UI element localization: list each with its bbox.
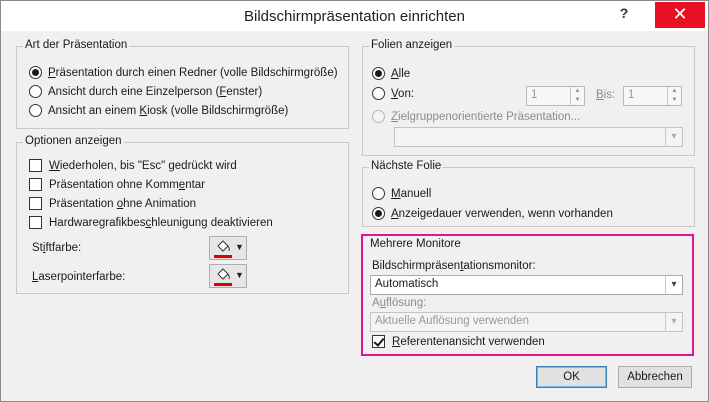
bis-label: Bis:: [596, 89, 616, 101]
radio-label: Alle: [391, 67, 411, 80]
radio-von[interactable]: Von:: [372, 87, 414, 100]
group-label: Nächste Folie: [369, 160, 444, 172]
monitor-select[interactable]: Automatisch ▾: [370, 275, 683, 295]
radio-button[interactable]: [372, 87, 385, 100]
arrow-up-icon[interactable]: ▲: [668, 87, 681, 96]
aufloesung-value: Aktuelle Auflösung verwenden: [375, 315, 530, 327]
checkbox[interactable]: [29, 178, 42, 191]
checkbox-label: Hardwaregrafikbeschleunigung deaktiviere…: [49, 216, 273, 229]
radio-einzelperson[interactable]: Ansicht durch eine Einzelperson (Fenster…: [29, 85, 262, 98]
radio-label: Manuell: [391, 187, 432, 200]
radio-label: Zielgruppenorientierte Präsentation...: [391, 110, 581, 123]
radio-alle[interactable]: Alle: [372, 67, 410, 80]
laserpointerfarbe-label: Laserpointerfarbe:: [32, 271, 126, 283]
chevron-down-icon: ▼: [235, 270, 244, 280]
monitor-label: Bildschirmpräsentationsmonitor:: [372, 260, 536, 272]
radio-kiosk[interactable]: Ansicht an einem Kiosk (volle Bildschirm…: [29, 104, 288, 117]
radio-anzeigedauer[interactable]: Anzeigedauer verwenden, wenn vorhanden: [372, 207, 613, 220]
chevron-down-icon: ▼: [235, 242, 244, 252]
ok-button[interactable]: OK: [536, 366, 607, 388]
spinner-arrows[interactable]: ▲ ▼: [667, 87, 681, 105]
pen-color-swatch: [214, 255, 232, 258]
radio-button[interactable]: [372, 110, 385, 123]
group-label: Optionen anzeigen: [23, 135, 124, 147]
paint-bucket-icon: [217, 240, 230, 252]
radio-label: Anzeigedauer verwenden, wenn vorhanden: [391, 207, 613, 220]
arrow-down-icon[interactable]: ▼: [668, 96, 681, 105]
chevron-down-icon[interactable]: ▾: [665, 276, 682, 294]
close-button[interactable]: ✕: [655, 2, 705, 28]
radio-zielgruppe[interactable]: Zielgruppenorientierte Präsentation...: [372, 110, 580, 123]
radio-button[interactable]: [372, 207, 385, 220]
checkbox-label: Referentenansicht verwenden: [392, 335, 545, 348]
cancel-button[interactable]: Abbrechen: [618, 366, 692, 388]
radio-label: Ansicht durch eine Einzelperson (Fenster…: [48, 85, 263, 98]
bis-value: 1: [628, 89, 635, 101]
chevron-down-icon[interactable]: ▾: [665, 128, 682, 146]
check-hardwaregrafik[interactable]: Hardwaregrafikbeschleunigung deaktiviere…: [29, 216, 273, 229]
monitor-value: Automatisch: [375, 278, 439, 290]
stiftfarbe-label: Stiftfarbe:: [32, 242, 82, 254]
checkbox[interactable]: [29, 197, 42, 210]
laser-color-swatch: [214, 283, 232, 286]
radio-button[interactable]: [372, 67, 385, 80]
von-spinner[interactable]: 1 ▲ ▼: [526, 86, 585, 106]
zielgruppe-combo[interactable]: ▾: [394, 127, 683, 147]
checkbox-label: Wiederholen, bis "Esc" gedrückt wird: [49, 159, 237, 172]
aufloesung-select[interactable]: Aktuelle Auflösung verwenden ▾: [370, 312, 683, 332]
radio-button[interactable]: [29, 85, 42, 98]
radio-button[interactable]: [29, 66, 42, 79]
bis-spinner[interactable]: 1 ▲ ▼: [623, 86, 682, 106]
group-label-mehrere-monitore: Mehrere Monitore: [370, 238, 461, 250]
group-label: Art der Präsentation: [23, 39, 130, 51]
radio-label: Von:: [391, 87, 415, 100]
arrow-up-icon[interactable]: ▲: [571, 87, 584, 96]
dialog-window: Bildschirmpräsentation einrichten ? ✕ Ar…: [0, 0, 709, 402]
chevron-down-icon[interactable]: ▾: [665, 313, 682, 331]
check-ohne-kommentar[interactable]: Präsentation ohne Kommentar: [29, 178, 205, 191]
laser-color-button[interactable]: ▼: [209, 264, 247, 288]
aufloesung-label: Auflösung:: [372, 297, 427, 309]
checkbox[interactable]: [372, 335, 385, 348]
help-button[interactable]: ?: [612, 5, 636, 25]
check-wiederholen[interactable]: Wiederholen, bis "Esc" gedrückt wird: [29, 159, 237, 172]
group-label: Folien anzeigen: [369, 39, 455, 51]
radio-label: Ansicht an einem Kiosk (volle Bildschirm…: [48, 104, 289, 117]
von-value: 1: [531, 89, 538, 101]
checkbox[interactable]: [29, 159, 42, 172]
radio-button[interactable]: [29, 104, 42, 117]
paint-bucket-icon: [217, 268, 230, 280]
checkbox-label: Präsentation ohne Animation: [49, 197, 197, 210]
check-referentenansicht[interactable]: Referentenansicht verwenden: [372, 335, 545, 348]
radio-button[interactable]: [372, 187, 385, 200]
checkbox-label: Präsentation ohne Kommentar: [49, 178, 206, 191]
spinner-arrows[interactable]: ▲ ▼: [570, 87, 584, 105]
dialog-title: Bildschirmpräsentation einrichten: [244, 8, 465, 25]
radio-label: Präsentation durch einen Redner (volle B…: [48, 66, 338, 79]
check-ohne-animation[interactable]: Präsentation ohne Animation: [29, 197, 196, 210]
radio-redner[interactable]: Präsentation durch einen Redner (volle B…: [29, 66, 338, 79]
arrow-down-icon[interactable]: ▼: [571, 96, 584, 105]
title-bar: Bildschirmpräsentation einrichten ? ✕: [1, 1, 708, 31]
pen-color-button[interactable]: ▼: [209, 236, 247, 260]
radio-manuell[interactable]: Manuell: [372, 187, 431, 200]
checkbox[interactable]: [29, 216, 42, 229]
